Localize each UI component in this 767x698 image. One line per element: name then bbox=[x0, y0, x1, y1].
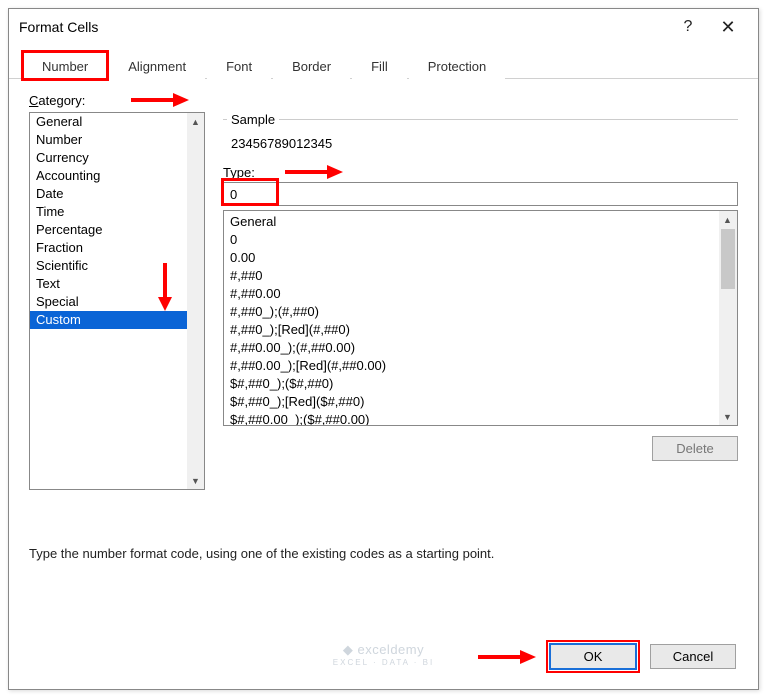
annotation-arrow-icon bbox=[129, 91, 189, 109]
category-item-custom[interactable]: Custom bbox=[30, 311, 188, 329]
watermark-icon: ◆ bbox=[343, 642, 358, 657]
chevron-up-icon[interactable]: ▲ bbox=[187, 113, 204, 130]
format-item[interactable]: #,##0.00 bbox=[230, 285, 713, 303]
sample-box: 23456789012345 bbox=[223, 119, 738, 155]
category-item[interactable]: Date bbox=[30, 185, 188, 203]
format-item[interactable]: $#,##0_);($#,##0) bbox=[230, 375, 713, 393]
chevron-down-icon[interactable]: ▼ bbox=[187, 472, 204, 489]
footer-buttons: OK Cancel bbox=[476, 640, 736, 673]
scrollbar[interactable]: ▲ ▼ bbox=[719, 211, 737, 425]
tab-border[interactable]: Border bbox=[273, 52, 350, 79]
category-item[interactable]: General bbox=[30, 113, 188, 131]
chevron-down-icon[interactable]: ▼ bbox=[719, 408, 736, 425]
format-item[interactable]: #,##0.00_);(#,##0.00) bbox=[230, 339, 713, 357]
tab-font[interactable]: Font bbox=[207, 52, 271, 79]
delete-button[interactable]: Delete bbox=[652, 436, 738, 461]
close-button[interactable]: ✕ bbox=[708, 12, 748, 42]
category-item[interactable]: Accounting bbox=[30, 167, 188, 185]
tab-protection[interactable]: Protection bbox=[409, 52, 506, 79]
window-title: Format Cells bbox=[19, 19, 668, 35]
category-label: Category: bbox=[29, 93, 85, 108]
format-item[interactable]: 0 bbox=[230, 231, 713, 249]
format-item[interactable]: #,##0.00_);[Red](#,##0.00) bbox=[230, 357, 713, 375]
scrollbar-thumb[interactable] bbox=[721, 229, 735, 289]
format-item[interactable]: #,##0 bbox=[230, 267, 713, 285]
format-listbox[interactable]: General 0 0.00 #,##0 #,##0.00 #,##0_);(#… bbox=[223, 210, 738, 426]
tabs: Number Alignment Font Border Fill Protec… bbox=[9, 51, 758, 79]
category-item[interactable]: Currency bbox=[30, 149, 188, 167]
ok-button[interactable]: OK bbox=[550, 644, 636, 669]
dialog-body: Category: General Number Currency Accoun… bbox=[9, 79, 758, 571]
sample-value: 23456789012345 bbox=[231, 136, 332, 151]
category-item[interactable]: Fraction bbox=[30, 239, 188, 257]
category-item[interactable]: Time bbox=[30, 203, 188, 221]
format-item[interactable]: 0.00 bbox=[230, 249, 713, 267]
help-button[interactable]: ? bbox=[668, 12, 708, 42]
annotation-arrow-icon bbox=[156, 261, 174, 311]
titlebar: Format Cells ? ✕ bbox=[9, 9, 758, 45]
format-item[interactable]: General bbox=[230, 213, 713, 231]
type-input[interactable] bbox=[223, 182, 738, 206]
annotation-box: OK bbox=[546, 640, 640, 673]
format-item[interactable]: #,##0_);[Red](#,##0) bbox=[230, 321, 713, 339]
sample-label: Sample bbox=[227, 112, 279, 127]
format-item[interactable]: $#,##0_);[Red]($#,##0) bbox=[230, 393, 713, 411]
watermark: ◆ exceldemy EXCEL · DATA · BI bbox=[333, 642, 434, 667]
format-item[interactable]: #,##0_);(#,##0) bbox=[230, 303, 713, 321]
category-listbox[interactable]: General Number Currency Accounting Date … bbox=[29, 112, 205, 490]
chevron-up-icon[interactable]: ▲ bbox=[719, 211, 736, 228]
annotation-arrow-icon bbox=[283, 163, 343, 181]
hint-text: Type the number format code, using one o… bbox=[29, 546, 738, 561]
category-item[interactable]: Number bbox=[30, 131, 188, 149]
scrollbar[interactable]: ▲ ▼ bbox=[187, 113, 204, 489]
annotation-arrow-icon bbox=[476, 648, 536, 666]
format-cells-dialog: Format Cells ? ✕ Number Alignment Font B… bbox=[8, 8, 759, 690]
tab-alignment[interactable]: Alignment bbox=[109, 52, 205, 79]
tab-fill[interactable]: Fill bbox=[352, 52, 407, 79]
category-item[interactable]: Percentage bbox=[30, 221, 188, 239]
tab-number[interactable]: Number bbox=[23, 52, 107, 79]
cancel-button[interactable]: Cancel bbox=[650, 644, 736, 669]
format-item[interactable]: $#,##0.00_);($#,##0.00) bbox=[230, 411, 713, 425]
